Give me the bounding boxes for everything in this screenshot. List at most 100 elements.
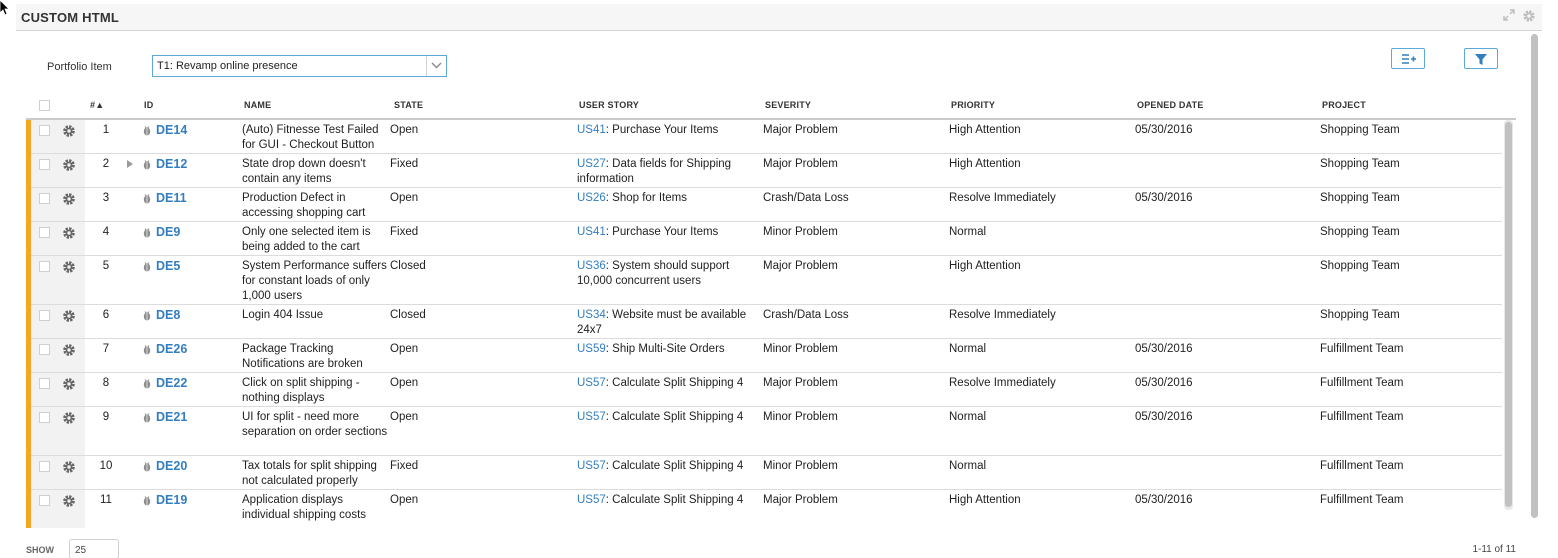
- defect-icon: [143, 228, 151, 238]
- column-header-num[interactable]: #▲: [90, 100, 104, 110]
- row-checkbox[interactable]: [39, 495, 50, 506]
- gear-icon[interactable]: [62, 343, 76, 357]
- column-header-opened-date[interactable]: OPENED DATE: [1137, 100, 1204, 110]
- table-row[interactable]: 1 DE14 (Auto) Fitnesse Test Failed for GUI…: [26, 120, 1502, 154]
- column-header-id[interactable]: ID: [144, 100, 153, 110]
- table-row[interactable]: 6 DE8 Login 404 Issue Closed US34: Website m…: [26, 305, 1502, 339]
- user-story-cell: US27: Data fields for Shipping informati…: [577, 157, 757, 187]
- pager-text: 1-11 of 11: [1472, 544, 1516, 555]
- portfolio-item-value: T1: Revamp online presence: [157, 60, 298, 72]
- defect-id-link[interactable]: DE12: [156, 157, 187, 172]
- defect-name: Application displays individual shipping…: [242, 494, 367, 521]
- row-checkbox[interactable]: [39, 378, 50, 389]
- user-story-link[interactable]: US57: [577, 460, 606, 472]
- user-story-link[interactable]: US27: [577, 158, 606, 170]
- gear-icon[interactable]: [62, 226, 76, 240]
- gear-icon[interactable]: [62, 260, 76, 274]
- defect-id-link[interactable]: DE20: [156, 459, 187, 474]
- column-header-severity[interactable]: SEVERITY: [765, 100, 811, 110]
- priority-value: Normal: [949, 226, 987, 238]
- defect-id-link[interactable]: DE22: [156, 376, 187, 391]
- expand-arrow-icon[interactable]: [127, 160, 133, 168]
- row-checkbox[interactable]: [39, 125, 50, 136]
- page-size-select[interactable]: 25: [69, 539, 119, 558]
- defect-state: Open: [390, 343, 419, 355]
- portfolio-item-select[interactable]: T1: Revamp online presence: [152, 55, 447, 77]
- user-story-link[interactable]: US34: [577, 309, 606, 321]
- user-story-link[interactable]: US41: [577, 124, 606, 136]
- table-row[interactable]: 11 DE19 Application displays individual sh…: [26, 490, 1502, 528]
- defect-id-link[interactable]: DE11: [156, 191, 187, 206]
- gear-icon[interactable]: [62, 192, 76, 206]
- priority-value: Resolve Immediately: [949, 377, 1056, 389]
- row-checkbox[interactable]: [39, 159, 50, 170]
- panel-header: CUSTOM HTML: [16, 4, 1542, 31]
- gear-icon[interactable]: [62, 494, 76, 508]
- row-number: 6: [102, 309, 110, 321]
- table-row[interactable]: 5 DE5 System Performance suffers for const…: [26, 256, 1502, 305]
- user-story-name: : Calculate Split Shipping 4: [605, 377, 744, 389]
- defect-name: System Performance suffers for constant …: [242, 260, 387, 302]
- column-header-priority[interactable]: PRIORITY: [951, 100, 995, 110]
- filter-button[interactable]: [1464, 48, 1498, 69]
- defect-name: Login 404 Issue: [242, 309, 324, 321]
- grid-scrollbar[interactable]: [1504, 120, 1513, 510]
- row-checkbox[interactable]: [39, 227, 50, 238]
- add-columns-button[interactable]: [1391, 48, 1425, 69]
- defect-icon: [143, 345, 151, 355]
- column-header-state[interactable]: STATE: [394, 100, 423, 110]
- gear-icon[interactable]: [62, 377, 76, 391]
- defect-id-link[interactable]: DE9: [156, 225, 180, 240]
- table-row[interactable]: 4 DE9 Only one selected item is being adde…: [26, 222, 1502, 256]
- table-row[interactable]: 10 DE20 Tax totals for split shipping not …: [26, 456, 1502, 490]
- row-checkbox[interactable]: [39, 461, 50, 472]
- select-all-checkbox[interactable]: [39, 100, 50, 111]
- user-story-link[interactable]: US57: [577, 377, 606, 389]
- gear-icon[interactable]: [62, 158, 76, 172]
- defect-id-link[interactable]: DE5: [156, 259, 180, 274]
- row-checkbox[interactable]: [39, 344, 50, 355]
- defect-state: Open: [390, 377, 419, 389]
- severity-value: Crash/Data Loss: [763, 192, 849, 204]
- gear-icon[interactable]: [1522, 9, 1536, 23]
- defect-id-link[interactable]: DE8: [156, 308, 180, 323]
- row-checkbox[interactable]: [39, 412, 50, 423]
- row-checkbox[interactable]: [39, 310, 50, 321]
- panel-scrollbar[interactable]: [1531, 34, 1538, 518]
- gear-icon[interactable]: [62, 460, 76, 474]
- user-story-link[interactable]: US57: [577, 494, 606, 506]
- project-value: Fulfillment Team: [1320, 494, 1404, 506]
- defect-id-link[interactable]: DE26: [156, 342, 187, 357]
- defect-icon: [143, 160, 151, 170]
- defect-id-link[interactable]: DE21: [156, 410, 187, 425]
- table-row[interactable]: 3 DE11 Production Defect in accessing shop…: [26, 188, 1502, 222]
- column-header-user-story[interactable]: USER STORY: [579, 100, 639, 110]
- row-number: 10: [99, 460, 113, 472]
- dropdown-trigger[interactable]: [426, 56, 446, 76]
- grid-scrollbar-thumb[interactable]: [1505, 122, 1512, 507]
- column-header-project[interactable]: PROJECT: [1322, 100, 1366, 110]
- defect-id-link[interactable]: DE14: [156, 123, 187, 138]
- gear-icon[interactable]: [62, 411, 76, 425]
- gear-icon[interactable]: [62, 309, 76, 323]
- row-checkbox[interactable]: [39, 193, 50, 204]
- defect-id-link[interactable]: DE19: [156, 493, 187, 508]
- table-row[interactable]: 7 DE26 Package Tracking Notifications are …: [26, 339, 1502, 373]
- user-story-link[interactable]: US57: [577, 411, 606, 423]
- user-story-name: : Calculate Split Shipping 4: [605, 494, 744, 506]
- expand-icon[interactable]: [1502, 9, 1516, 23]
- user-story-link[interactable]: US26: [577, 192, 606, 204]
- row-checkbox[interactable]: [39, 261, 50, 272]
- user-story-name: : Ship Multi-Site Orders: [605, 343, 725, 355]
- table-row[interactable]: 2 DE12 State drop down doesn't contain any…: [26, 154, 1502, 188]
- table-row[interactable]: 9 DE21 UI for split - need more separation…: [26, 407, 1502, 456]
- table-row[interactable]: 8 DE22 Click on split shipping - nothing d…: [26, 373, 1502, 407]
- grid-body: 1 DE14 (Auto) Fitnesse Test Failed for GUI…: [26, 120, 1502, 528]
- defects-grid: #▲ ID NAME STATE USER STORY SEVERITY PRI…: [26, 92, 1516, 528]
- row-number: 11: [100, 494, 112, 506]
- user-story-link[interactable]: US36: [577, 260, 606, 272]
- user-story-link[interactable]: US41: [577, 226, 606, 238]
- column-header-name[interactable]: NAME: [244, 100, 271, 110]
- user-story-link[interactable]: US59: [577, 343, 606, 355]
- gear-icon[interactable]: [62, 124, 76, 138]
